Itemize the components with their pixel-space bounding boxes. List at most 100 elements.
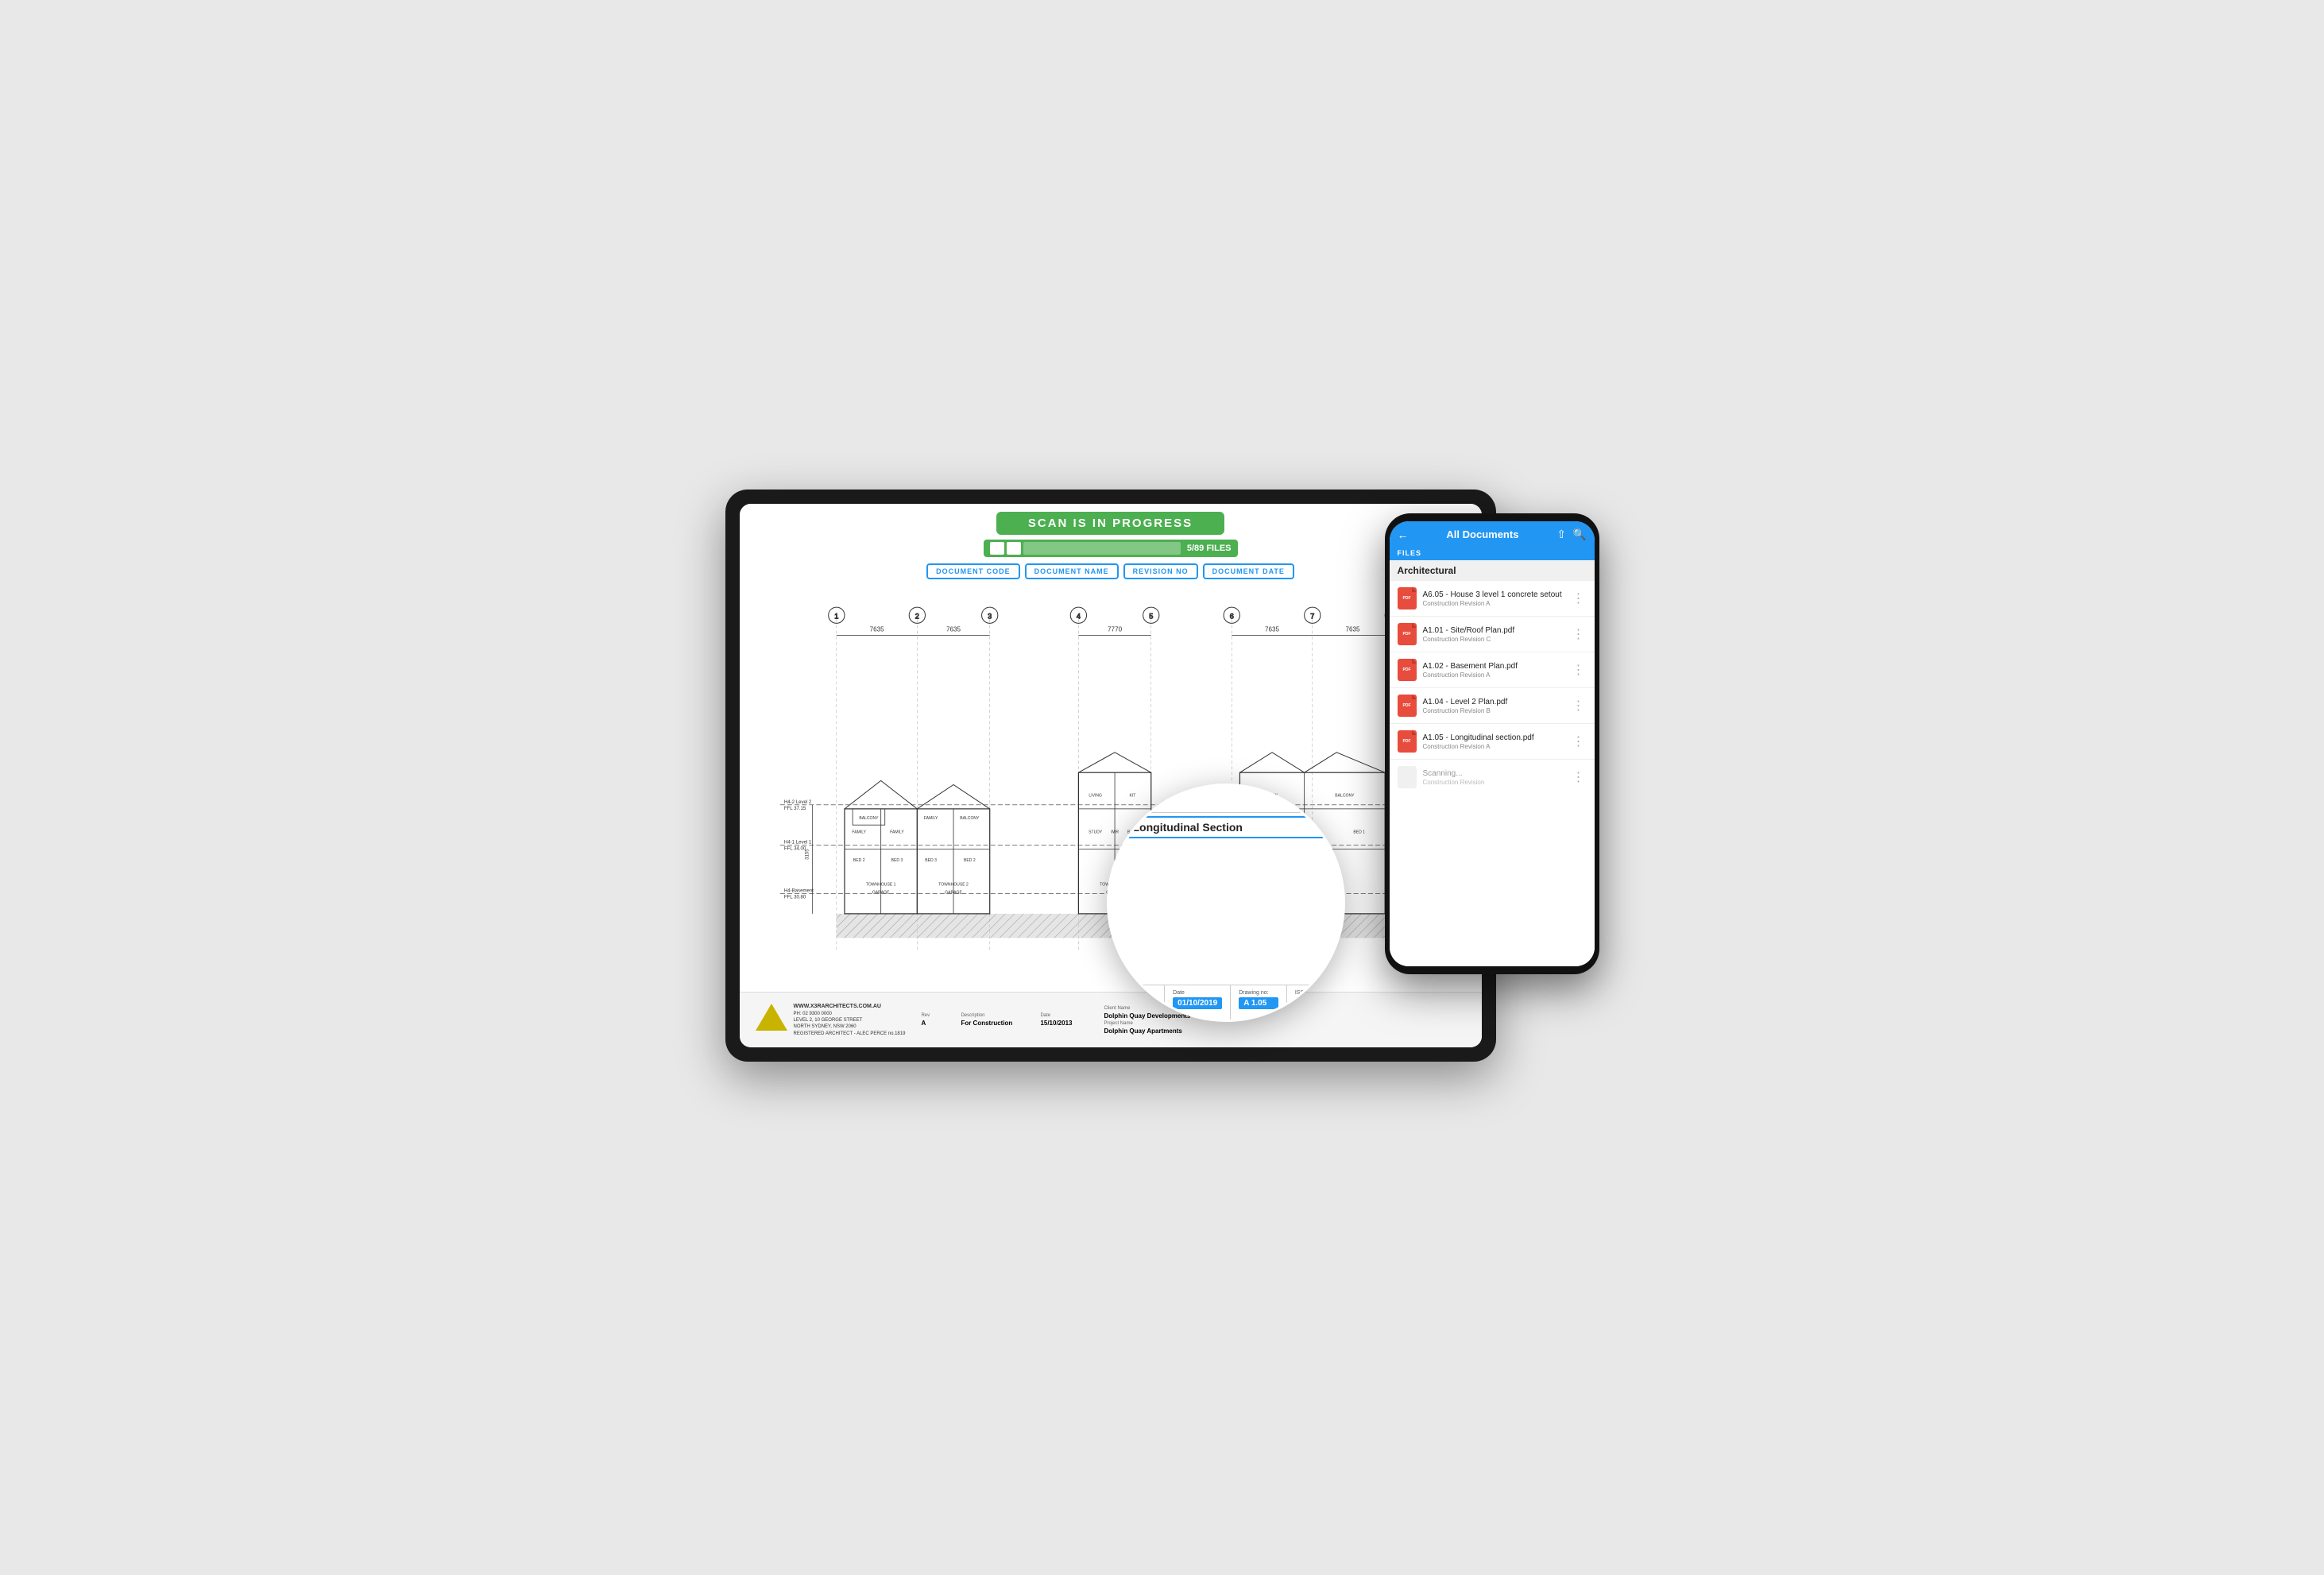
svg-text:FFL 30.80: FFL 30.80 <box>783 895 806 900</box>
file-menu-button[interactable]: ⋮ <box>1571 662 1587 678</box>
svg-text:7635: 7635 <box>869 626 884 633</box>
progress-block-2 <box>1007 542 1021 555</box>
svg-text:2: 2 <box>915 612 918 620</box>
svg-text:1: 1 <box>834 612 838 620</box>
svg-text:BALCONY: BALCONY <box>1335 794 1355 799</box>
phone-document-list: PDF A6.05 - House 3 level 1 concrete set… <box>1390 581 1595 966</box>
svg-text:7635: 7635 <box>946 626 961 633</box>
mag-date-value: 01/10/2019 <box>1173 997 1222 1009</box>
description-value: For Construction <box>961 1020 1024 1027</box>
file-menu-button[interactable]: ⋮ <box>1571 626 1587 642</box>
file-sub: Construction Revision A <box>1423 743 1564 750</box>
phone-files-label: FILES <box>1390 548 1595 560</box>
file-sub: Construction Revision B <box>1423 707 1564 714</box>
file-menu-button[interactable]: ⋮ <box>1571 698 1587 714</box>
file-name: A1.05 - Longitudinal section.pdf <box>1423 733 1564 742</box>
filter-document-code-button[interactable]: DOCUMENT CODE <box>926 563 1020 579</box>
firm-logo: WWW.X3RARCHITECTS.COM.AU PH: 02 9300 000… <box>756 1003 906 1037</box>
scanning-menu-button[interactable]: ⋮ <box>1571 769 1587 785</box>
rev-col: Rev A <box>921 1013 945 1027</box>
mag-drawing-no-value: A 1.05 <box>1239 997 1278 1009</box>
svg-text:5: 5 <box>1149 612 1153 620</box>
progress-label: 5/89 FILES <box>1187 544 1232 553</box>
file-info: A1.04 - Level 2 Plan.pdf Construction Re… <box>1423 698 1564 714</box>
list-item[interactable]: PDF A6.05 - House 3 level 1 concrete set… <box>1390 581 1595 617</box>
mag-date-label: Date <box>1173 990 1222 996</box>
svg-text:BED 3: BED 3 <box>891 858 903 863</box>
svg-text:BED 2: BED 2 <box>853 858 864 863</box>
file-name: A1.01 - Site/Roof Plan.pdf <box>1423 626 1564 635</box>
pdf-icon: PDF <box>1398 659 1417 681</box>
scanning-info: Scanning... Construction Revision <box>1423 769 1564 786</box>
filter-document-name-button[interactable]: DOCUMENT NAME <box>1025 563 1119 579</box>
svg-text:H4-1 Level 1: H4-1 Level 1 <box>783 840 811 846</box>
svg-text:GARAGE: GARAGE <box>945 890 962 895</box>
phone-header: ← All Documents ⇧ 🔍 <box>1390 521 1595 548</box>
description-col: Description For Construction <box>961 1013 1024 1027</box>
list-item[interactable]: PDF A1.05 - Longitudinal section.pdf Con… <box>1390 724 1595 760</box>
scanning-item: Scanning... Construction Revision ⋮ <box>1390 760 1595 795</box>
tablet-screen: SCAN IS IN PROGRESS 5/89 FILES DOCUMENT … <box>740 504 1482 1047</box>
search-icon[interactable]: 🔍 <box>1572 528 1586 541</box>
firm-website: WWW.X3RARCHITECTS.COM.AU <box>794 1003 906 1011</box>
file-info: A1.05 - Longitudinal section.pdf Constru… <box>1423 733 1564 750</box>
svg-text:TOWNHOUSE 1: TOWNHOUSE 1 <box>865 882 895 887</box>
svg-text:7635: 7635 <box>1345 626 1360 633</box>
file-name: A1.02 - Basement Plan.pdf <box>1423 662 1564 671</box>
svg-text:BED 3: BED 3 <box>925 858 937 863</box>
pdf-icon: PDF <box>1398 730 1417 753</box>
scanning-sub: Construction Revision <box>1423 779 1564 786</box>
tablet-title-block: WWW.X3RARCHITECTS.COM.AU PH: 02 9300 000… <box>740 992 1482 1047</box>
list-item[interactable]: PDF A1.02 - Basement Plan.pdf Constructi… <box>1390 652 1595 688</box>
svg-text:H4-Basement: H4-Basement <box>783 888 813 893</box>
phone-header-icons: ⇧ 🔍 <box>1556 528 1586 541</box>
list-item[interactable]: PDF A1.04 - Level 2 Plan.pdf Constructio… <box>1390 688 1595 724</box>
mag-drawing-no-label: Drawing no: <box>1239 990 1278 996</box>
project-label: Project Name <box>1104 1021 1190 1026</box>
scene: SCAN IS IN PROGRESS 5/89 FILES DOCUMENT … <box>725 490 1599 1085</box>
file-menu-button[interactable]: ⋮ <box>1571 733 1587 749</box>
svg-text:KIT: KIT <box>1129 794 1135 799</box>
project-name: Dolphin Quay Apartments <box>1104 1027 1190 1035</box>
file-menu-button[interactable]: ⋮ <box>1571 590 1587 606</box>
phone-section-header: Architectural <box>1390 560 1595 581</box>
file-sub: Construction Revision C <box>1423 636 1564 643</box>
list-item[interactable]: PDF A1.01 - Site/Roof Plan.pdf Construct… <box>1390 617 1595 652</box>
phone-title: All Documents <box>1413 528 1553 540</box>
svg-text:3: 3 <box>988 612 992 620</box>
magnifier-content: Drawing Title Project No. A12138 Longitu… <box>1109 786 1343 1020</box>
svg-text:BED 1: BED 1 <box>1353 830 1365 834</box>
progress-fill <box>1023 542 1181 555</box>
phone-screen: ← All Documents ⇧ 🔍 FILES Architectural … <box>1390 521 1595 966</box>
phone-back-button[interactable]: ← <box>1398 528 1409 541</box>
pdf-icon: PDF <box>1398 623 1417 645</box>
file-name: A1.04 - Level 2 Plan.pdf <box>1423 698 1564 706</box>
tablet-top-bar: SCAN IS IN PROGRESS 5/89 FILES DOCUMENT … <box>740 504 1482 586</box>
svg-text:H4-2 Level 2: H4-2 Level 2 <box>783 799 811 805</box>
phone-device: ← All Documents ⇧ 🔍 FILES Architectural … <box>1385 513 1599 974</box>
svg-text:FAMILY: FAMILY <box>923 816 938 821</box>
file-name: A6.05 - House 3 level 1 concrete setout <box>1423 590 1564 599</box>
filter-document-date-button[interactable]: DOCUMENT DATE <box>1203 563 1294 579</box>
firm-address: LEVEL 2, 10 GEORGE STREET NORTH SYDNEY, … <box>794 1017 906 1037</box>
file-info: A1.02 - Basement Plan.pdf Construction R… <box>1423 662 1564 679</box>
svg-text:7770: 7770 <box>1108 626 1123 633</box>
svg-text:4: 4 <box>1076 612 1080 620</box>
scanning-name: Scanning... <box>1423 769 1564 778</box>
scanning-placeholder <box>1398 766 1417 788</box>
svg-text:BALCONY: BALCONY <box>960 816 980 821</box>
svg-text:BED 2: BED 2 <box>964 858 976 863</box>
share-icon[interactable]: ⇧ <box>1556 528 1566 541</box>
svg-text:WIR: WIR <box>1111 830 1119 834</box>
mag-drawing-title: Longitudinal Section <box>1120 816 1332 838</box>
progress-block-1 <box>990 542 1004 555</box>
svg-text:FFL 34.00: FFL 34.00 <box>783 846 806 852</box>
filter-buttons: DOCUMENT CODE DOCUMENT NAME REVISION NO … <box>926 563 1294 579</box>
svg-text:3155: 3155 <box>804 849 810 860</box>
progress-bar-row: 5/89 FILES <box>984 540 1238 557</box>
file-info: A6.05 - House 3 level 1 concrete setout … <box>1423 590 1564 607</box>
svg-text:TOWNHOUSE 2: TOWNHOUSE 2 <box>938 882 969 887</box>
pdf-icon: PDF <box>1398 587 1417 609</box>
client-name: Dolphin Quay Developments <box>1104 1012 1190 1020</box>
filter-revision-no-button[interactable]: REVISION NO <box>1123 563 1198 579</box>
